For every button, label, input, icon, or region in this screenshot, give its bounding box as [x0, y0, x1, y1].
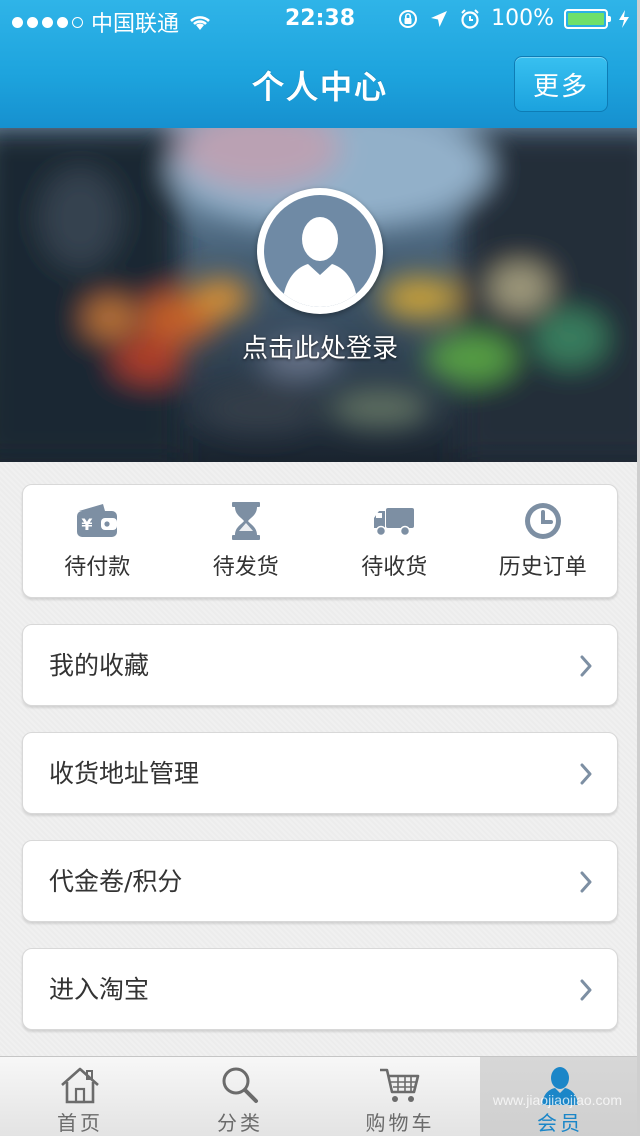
more-button[interactable]: 更多 [514, 56, 608, 112]
tab-label: 首页 [57, 1111, 103, 1135]
home-icon [61, 1067, 99, 1104]
order-history[interactable]: 历史订单 [469, 485, 618, 597]
menu-item-label: 我的收藏 [49, 651, 150, 680]
wallet-icon: ¥ [77, 504, 118, 537]
chevron-right-icon [580, 763, 592, 785]
chevron-right-icon [580, 979, 592, 1001]
order-label: 待收货 [361, 555, 428, 580]
tab-home[interactable]: 首页 [0, 1057, 160, 1136]
order-label: 待付款 [64, 555, 131, 580]
cart-icon [380, 1068, 420, 1102]
clock-icon [524, 503, 561, 539]
app-screen: 中国联通 22:38 100% 个人中心 更多 点击此处登录 ¥ 待付款 待发货… [0, 0, 640, 1136]
tab-label: 分类 [217, 1111, 263, 1135]
truck-icon [374, 508, 415, 537]
chevron-right-icon [580, 871, 592, 893]
tab-label: 购物车 [365, 1111, 435, 1135]
search-icon [222, 1067, 258, 1103]
battery-percent: 100% [491, 6, 554, 31]
menu-item-taobao[interactable]: 进入淘宝 [22, 948, 618, 1030]
rotation-lock-icon [399, 9, 418, 28]
watermark: www.jiaojiaojiao.com [492, 1092, 622, 1108]
charging-icon [619, 9, 629, 28]
status-right: 100% [397, 6, 630, 31]
tab-cart[interactable]: 购物车 [320, 1057, 480, 1136]
top-bar: 中国联通 22:38 100% 个人中心 更多 [0, 0, 640, 129]
order-label: 历史订单 [498, 555, 587, 580]
menu-item-favorites[interactable]: 我的收藏 [22, 624, 618, 706]
tab-label: 会员 [537, 1111, 583, 1135]
location-arrow-icon [431, 10, 448, 27]
navigation-bar: 个人中心 更多 [0, 40, 640, 128]
battery-icon [564, 8, 611, 29]
alarm-icon [461, 8, 479, 29]
order-pending-shipment[interactable]: 待发货 [172, 485, 321, 597]
hourglass-icon [231, 502, 260, 540]
menu-item-label: 代金卷/积分 [49, 867, 183, 896]
svg-text:¥: ¥ [82, 515, 93, 534]
orders-row: ¥ 待付款 待发货 待收货 历史订单 [23, 485, 617, 597]
orders-card: ¥ 待付款 待发货 待收货 历史订单 [22, 484, 618, 598]
status-bar: 中国联通 22:38 100% [0, 0, 640, 40]
order-pending-payment[interactable]: ¥ 待付款 [23, 485, 172, 597]
menu-item-label: 进入淘宝 [49, 975, 150, 1004]
order-pending-receipt[interactable]: 待收货 [320, 485, 469, 597]
profile-header: 点击此处登录 [0, 128, 640, 462]
chevron-right-icon [580, 655, 592, 677]
login-link[interactable]: 点击此处登录 [0, 328, 640, 365]
menu-item-vouchers[interactable]: 代金卷/积分 [22, 840, 618, 922]
tab-category[interactable]: 分类 [160, 1057, 320, 1136]
avatar[interactable] [257, 188, 383, 314]
menu-item-address[interactable]: 收货地址管理 [22, 732, 618, 814]
main-content: ¥ 待付款 待发货 待收货 历史订单 我的收藏 收货地址管理 代金卷/积分 进入… [0, 462, 640, 1056]
order-label: 待发货 [212, 555, 279, 580]
menu-item-label: 收货地址管理 [49, 759, 200, 788]
user-silhouette-icon [264, 195, 376, 307]
